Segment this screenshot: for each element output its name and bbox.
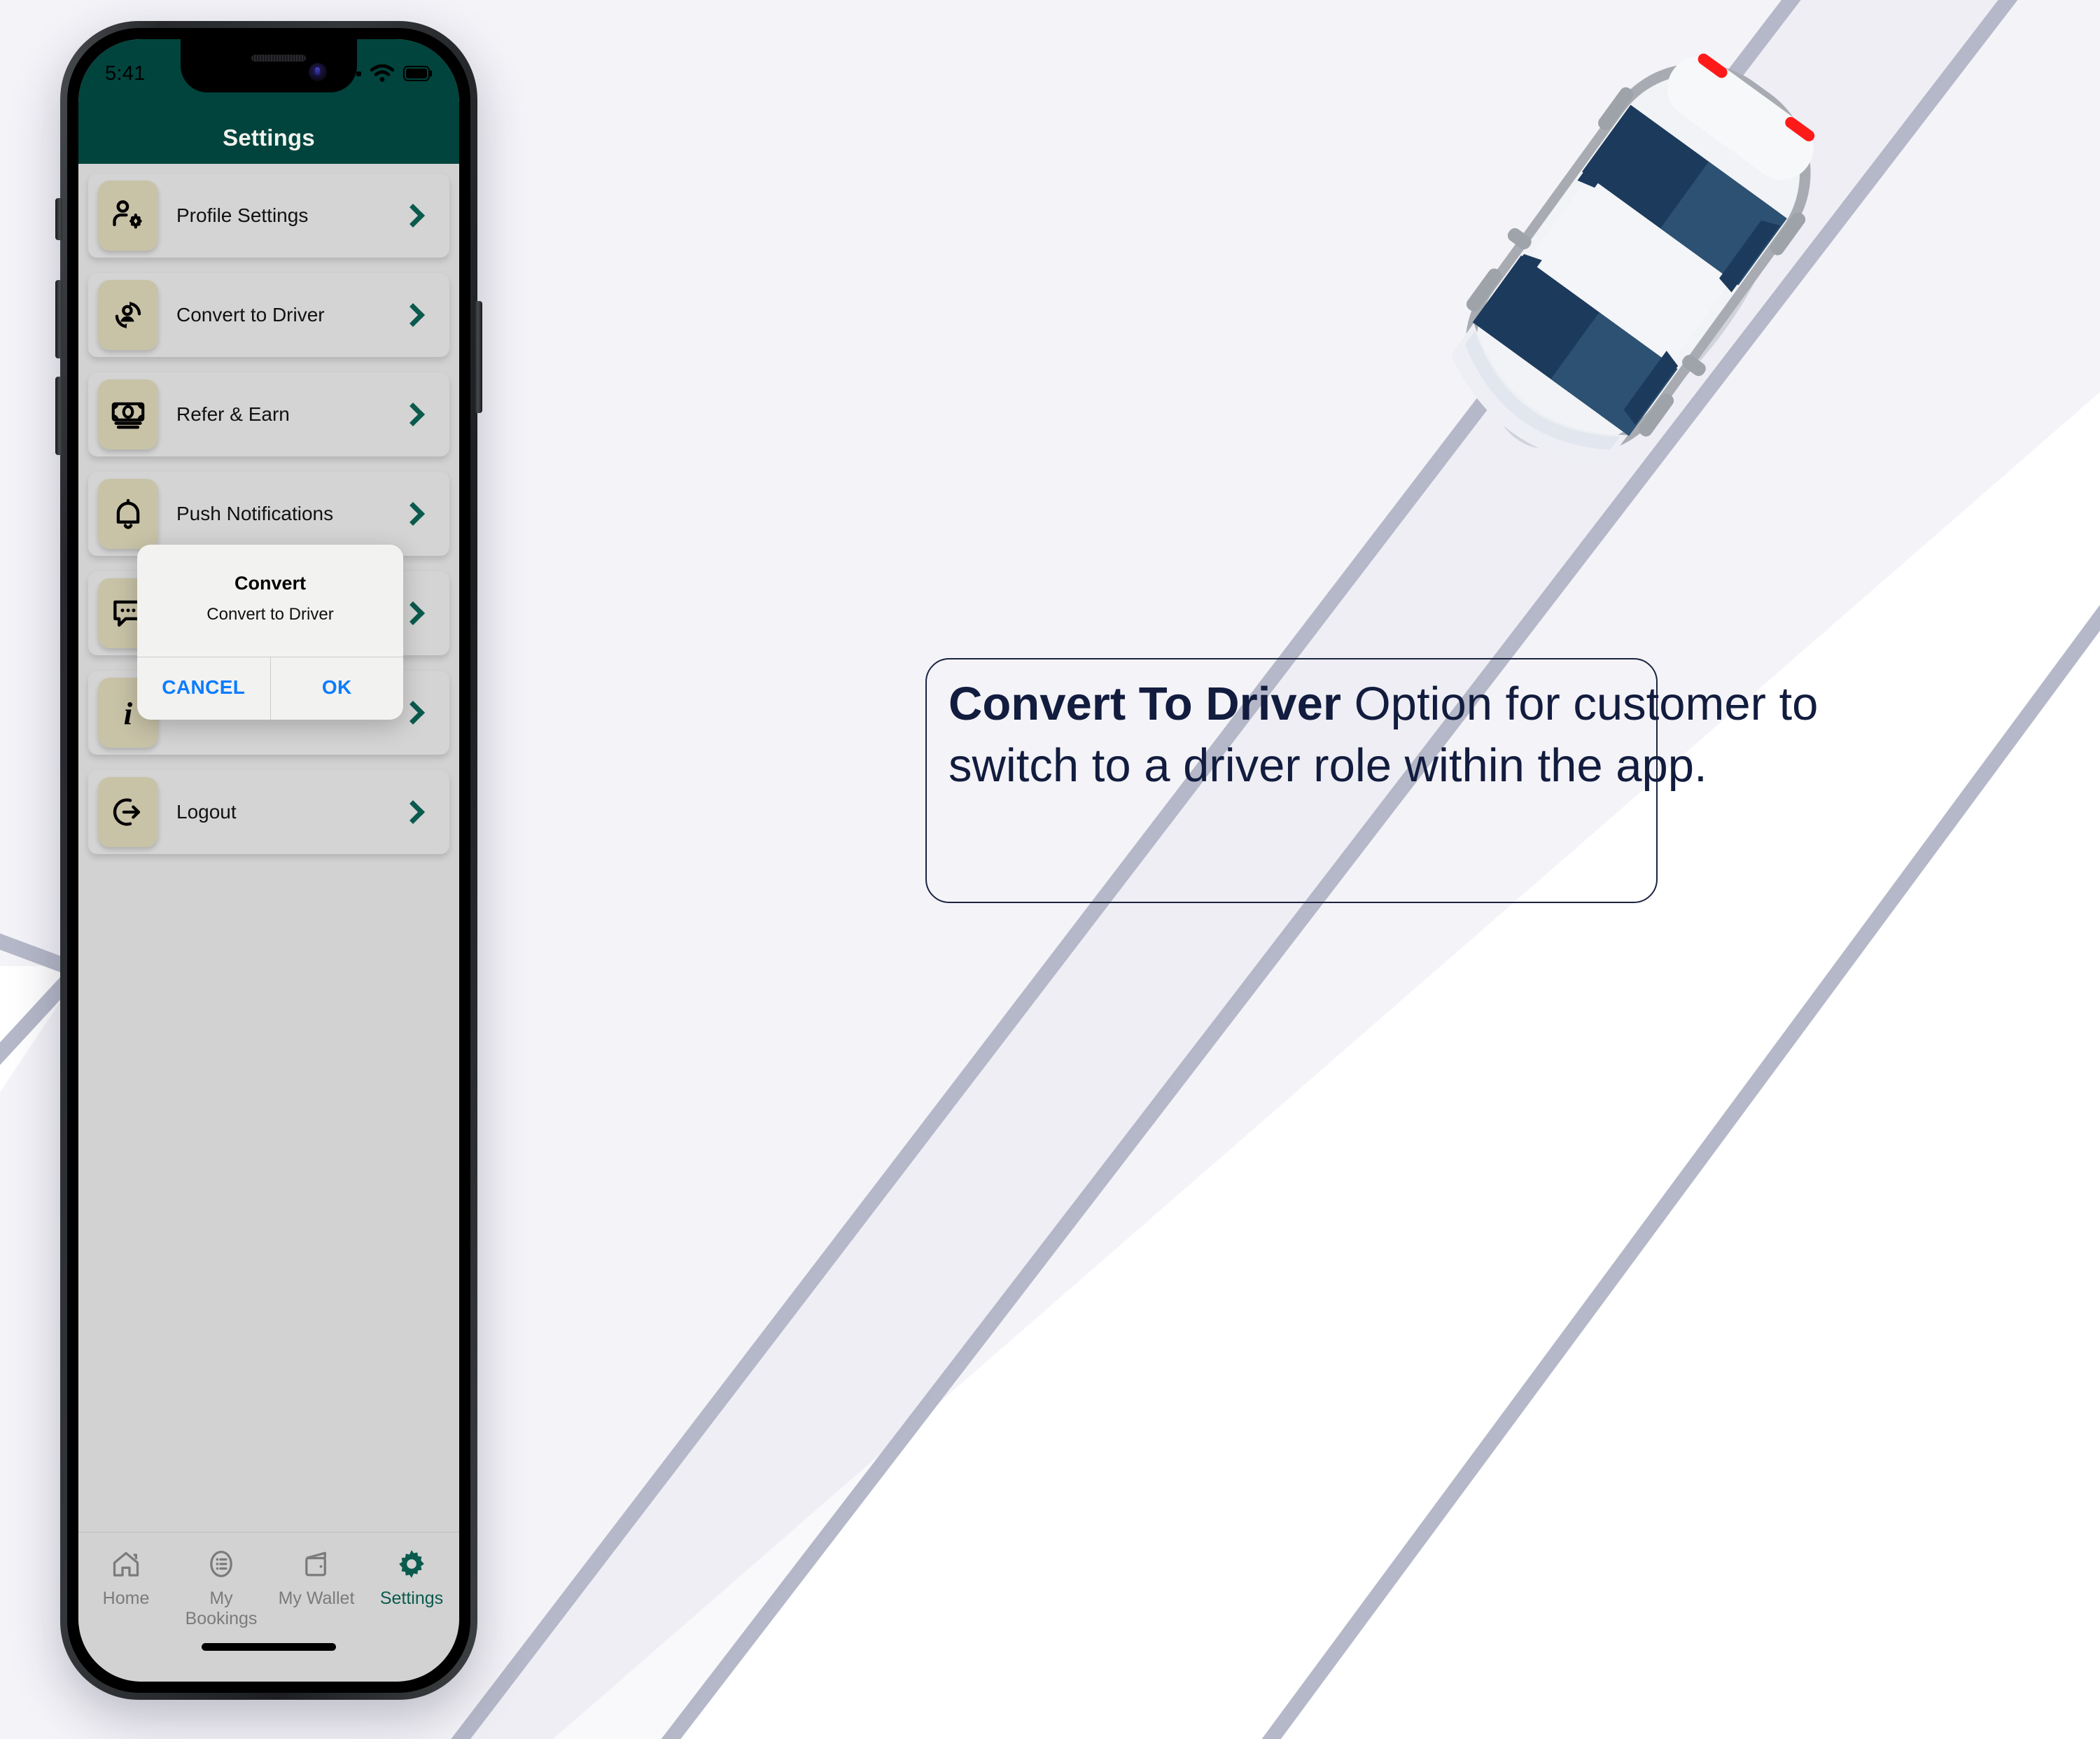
list-item-label: Logout bbox=[176, 801, 237, 823]
tab-label: Home bbox=[102, 1588, 150, 1608]
dialog-title: Convert bbox=[234, 573, 306, 594]
settings-list: Profile Settings Convert to Driver Refer… bbox=[78, 164, 459, 1530]
list-item-refer-and-earn[interactable]: Refer & Earn bbox=[88, 372, 449, 456]
convert-dialog: Convert Convert to Driver CANCEL OK bbox=[137, 545, 403, 720]
chevron-right-icon bbox=[401, 502, 425, 526]
tab-my-wallet[interactable]: My Wallet bbox=[269, 1548, 364, 1609]
tab-label: My Bookings bbox=[185, 1588, 258, 1628]
earpiece-speaker-icon bbox=[251, 55, 306, 62]
chevron-right-icon bbox=[401, 601, 425, 625]
list-item-label: Profile Settings bbox=[176, 204, 309, 226]
phone-device-frame: 5:41 Settings Profile Settings Convert t… bbox=[55, 21, 482, 1700]
bottom-tab-bar: Home My Bookings My Wallet Settings bbox=[78, 1532, 459, 1682]
tab-label: My Wallet bbox=[278, 1588, 355, 1608]
wallet-icon bbox=[305, 1551, 326, 1577]
home-indicator[interactable] bbox=[202, 1643, 336, 1651]
chevron-right-icon bbox=[401, 701, 425, 725]
power-button[interactable] bbox=[475, 301, 482, 413]
notch bbox=[181, 39, 357, 92]
user-switch-icon bbox=[98, 280, 158, 350]
volume-up-button[interactable] bbox=[55, 280, 62, 358]
user-gear-icon bbox=[98, 181, 158, 251]
list-item-push-notifications[interactable]: Push Notifications bbox=[88, 472, 449, 556]
front-camera-icon bbox=[309, 63, 327, 81]
chevron-right-icon bbox=[401, 800, 425, 824]
wifi-icon bbox=[370, 64, 394, 82]
chevron-right-icon bbox=[401, 403, 425, 426]
bell-icon bbox=[98, 479, 158, 549]
car-top-view-icon bbox=[1450, 53, 1815, 467]
list-item-convert-to-driver[interactable]: Convert to Driver bbox=[88, 273, 449, 357]
home-icon bbox=[113, 1551, 139, 1577]
phone-screen: 5:41 Settings Profile Settings Convert t… bbox=[78, 39, 459, 1682]
page-title: Settings bbox=[223, 125, 315, 151]
chevron-right-icon bbox=[401, 303, 425, 327]
list-item-label: Refer & Earn bbox=[176, 403, 290, 425]
tab-my-bookings[interactable]: My Bookings bbox=[174, 1548, 269, 1629]
battery-icon bbox=[403, 66, 432, 81]
money-stack-icon bbox=[98, 379, 158, 449]
list-item-label: Convert to Driver bbox=[176, 304, 325, 326]
silent-switch-button[interactable] bbox=[55, 198, 62, 240]
svg-text:i: i bbox=[124, 695, 133, 731]
dialog-ok-button[interactable]: OK bbox=[270, 657, 404, 720]
status-clock: 5:41 bbox=[105, 62, 146, 85]
dialog-message: Convert to Driver bbox=[206, 605, 334, 624]
callout-heading: Convert To Driver bbox=[948, 678, 1341, 730]
volume-down-button[interactable] bbox=[55, 377, 62, 455]
tab-settings[interactable]: Settings bbox=[364, 1548, 459, 1609]
gear-icon bbox=[399, 1550, 424, 1578]
chevron-right-icon bbox=[401, 204, 425, 228]
logout-icon bbox=[98, 777, 158, 847]
callout-text: Convert To Driver Option for customer to… bbox=[948, 673, 1851, 797]
list-icon bbox=[210, 1551, 232, 1577]
list-item-profile-settings[interactable]: Profile Settings bbox=[88, 174, 449, 258]
list-item-label: Push Notifications bbox=[176, 503, 334, 524]
dialog-cancel-button[interactable]: CANCEL bbox=[137, 657, 270, 720]
tab-home[interactable]: Home bbox=[78, 1548, 174, 1609]
list-item-logout[interactable]: Logout bbox=[88, 770, 449, 854]
tab-label: Settings bbox=[379, 1588, 444, 1608]
